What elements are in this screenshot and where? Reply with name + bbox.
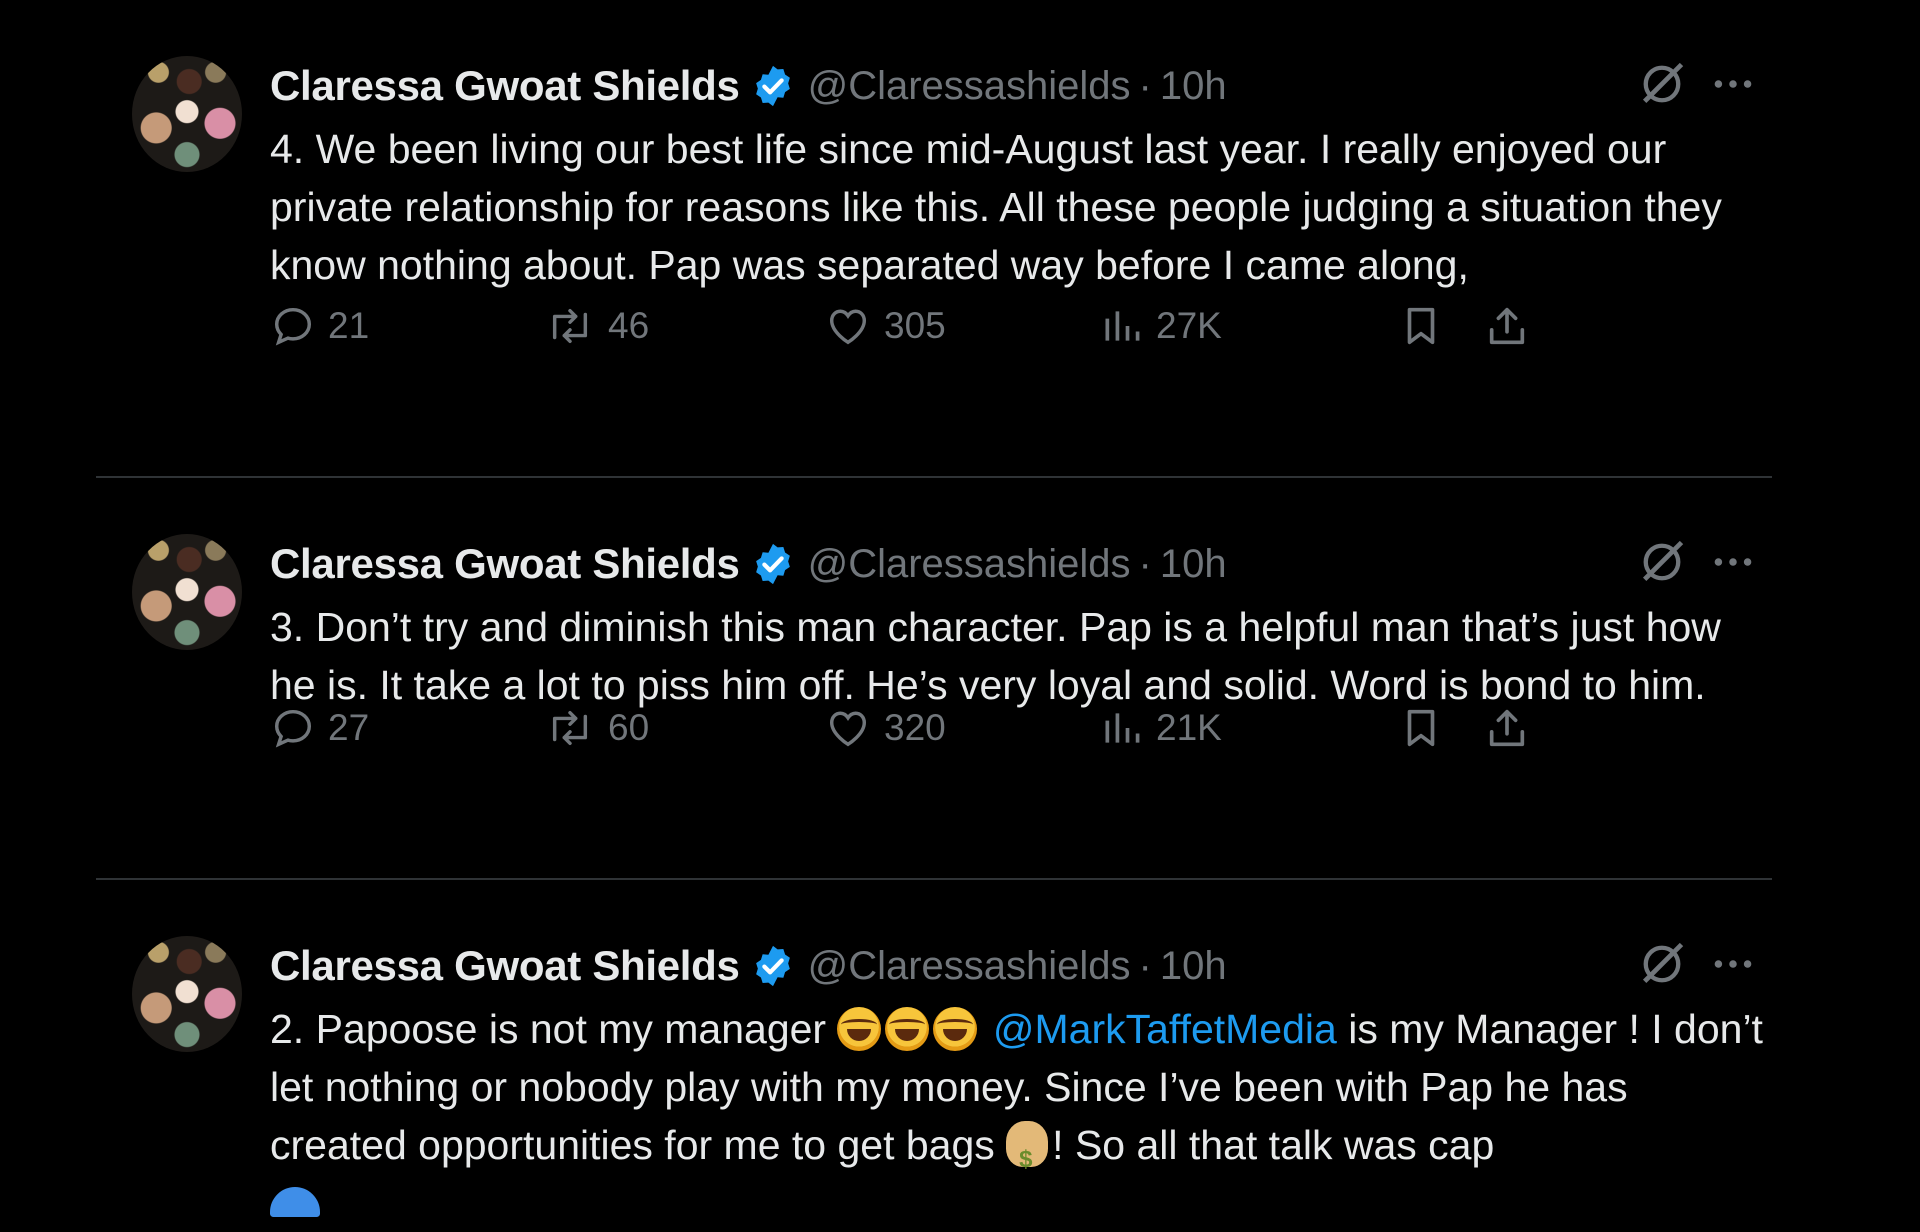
author-handle[interactable]: @Claressashields (808, 944, 1131, 989)
tweet-timestamp[interactable]: 10h (1160, 542, 1227, 587)
views-button[interactable]: 27K (1100, 298, 1222, 354)
tweet-header: Claressa Gwoat Shields @Claressashields … (270, 58, 1770, 114)
like-button[interactable]: 320 (824, 700, 946, 756)
tweet-header: Claressa Gwoat Shields @Claressashields … (270, 536, 1770, 592)
reply-icon (274, 307, 312, 346)
repost-count: 60 (608, 707, 650, 748)
tweet-actions: 27 60 320 21K (270, 700, 1770, 756)
reply-button[interactable]: 21 (270, 298, 369, 354)
tweet-feed: Claressa Gwoat Shields @Claressashields … (96, 0, 1772, 1217)
tweet-timestamp[interactable]: 10h (1160, 944, 1227, 989)
reply-count: 21 (328, 305, 370, 346)
tweet-actions: 21 46 305 27K (270, 298, 1770, 354)
money-bag-emoji-icon (1006, 1121, 1049, 1189)
tweet-content: Claressa Gwoat Shields @Claressashields … (270, 938, 1770, 1232)
rolling-laughing-emoji-icon (885, 1007, 930, 1051)
tweet-text: 4. We been living our best life since mi… (270, 126, 1722, 288)
verified-badge-icon[interactable] (750, 63, 796, 109)
author-name[interactable]: Claressa Gwoat Shields (270, 540, 740, 588)
separator-dot: · (1138, 541, 1152, 586)
author-name[interactable]: Claressa Gwoat Shields (270, 62, 740, 110)
cap-emoji-icon (270, 1187, 320, 1217)
like-count: 320 (884, 707, 946, 748)
grok-icon[interactable] (1636, 938, 1688, 990)
rolling-laughing-emoji-icon (933, 1007, 978, 1051)
views-icon (1105, 311, 1140, 341)
more-options-icon[interactable] (1708, 536, 1758, 588)
tweet-content: Claressa Gwoat Shields @Claressashields … (270, 536, 1770, 748)
like-count: 305 (884, 305, 946, 346)
avatar[interactable] (132, 534, 242, 650)
separator-dot: · (1138, 63, 1152, 108)
bookmark-button[interactable] (1398, 700, 1444, 756)
tweet-text: 2. Papoose is not my manager @MarkTaffet… (270, 1000, 1770, 1232)
share-button[interactable] (1484, 700, 1530, 756)
share-button[interactable] (1484, 298, 1530, 354)
repost-button[interactable]: 60 (544, 700, 649, 756)
separator-dot: · (1138, 943, 1152, 988)
tweet[interactable]: Claressa Gwoat Shields @Claressashields … (96, 0, 1772, 478)
reply-button[interactable]: 27 (270, 700, 369, 756)
verified-badge-icon[interactable] (750, 943, 796, 989)
repost-count: 46 (608, 305, 650, 346)
verified-badge-icon[interactable] (750, 541, 796, 587)
share-icon (1489, 307, 1525, 345)
author-handle[interactable]: @Claressashields (808, 542, 1131, 587)
repost-icon (552, 710, 588, 746)
repost-button[interactable]: 46 (544, 298, 649, 354)
more-options-icon[interactable] (1708, 58, 1758, 110)
bookmark-icon (1407, 709, 1435, 747)
reply-icon (274, 709, 312, 748)
bookmark-icon (1407, 307, 1435, 345)
author-name[interactable]: Claressa Gwoat Shields (270, 942, 740, 990)
author-handle[interactable]: @Claressashields (808, 64, 1131, 109)
avatar[interactable] (132, 936, 242, 1052)
tweet[interactable]: Claressa Gwoat Shields @Claressashields … (96, 478, 1772, 880)
views-count: 27K (1156, 305, 1222, 346)
views-button[interactable]: 21K (1100, 700, 1222, 756)
views-icon (1105, 713, 1140, 743)
tweet-header: Claressa Gwoat Shields @Claressashields … (270, 938, 1770, 994)
reply-count: 27 (328, 707, 370, 748)
rolling-laughing-emoji-icon (837, 1007, 882, 1051)
tweet[interactable]: Claressa Gwoat Shields @Claressashields … (96, 880, 1772, 1217)
like-button[interactable]: 305 (824, 298, 946, 354)
grok-icon[interactable] (1636, 536, 1688, 588)
more-options-icon[interactable] (1708, 938, 1758, 990)
tweet-text: 3. Don’t try and diminish this man chara… (270, 604, 1721, 708)
views-count: 21K (1156, 707, 1222, 748)
tweet-timestamp[interactable]: 10h (1160, 64, 1227, 109)
tweet-text-prefix: 2. Papoose is not my manager (270, 1006, 838, 1052)
like-icon (829, 711, 867, 747)
avatar[interactable] (132, 56, 242, 172)
mention-link[interactable]: @MarkTaffetMedia (993, 1006, 1337, 1052)
like-icon (829, 309, 867, 345)
tweet-text-suffix: ! So all that talk was cap (1052, 1122, 1495, 1168)
repost-icon (552, 308, 588, 344)
tweet-content: Claressa Gwoat Shields @Claressashields … (270, 58, 1770, 346)
bookmark-button[interactable] (1398, 298, 1444, 354)
share-icon (1489, 709, 1525, 747)
grok-icon[interactable] (1636, 58, 1688, 110)
